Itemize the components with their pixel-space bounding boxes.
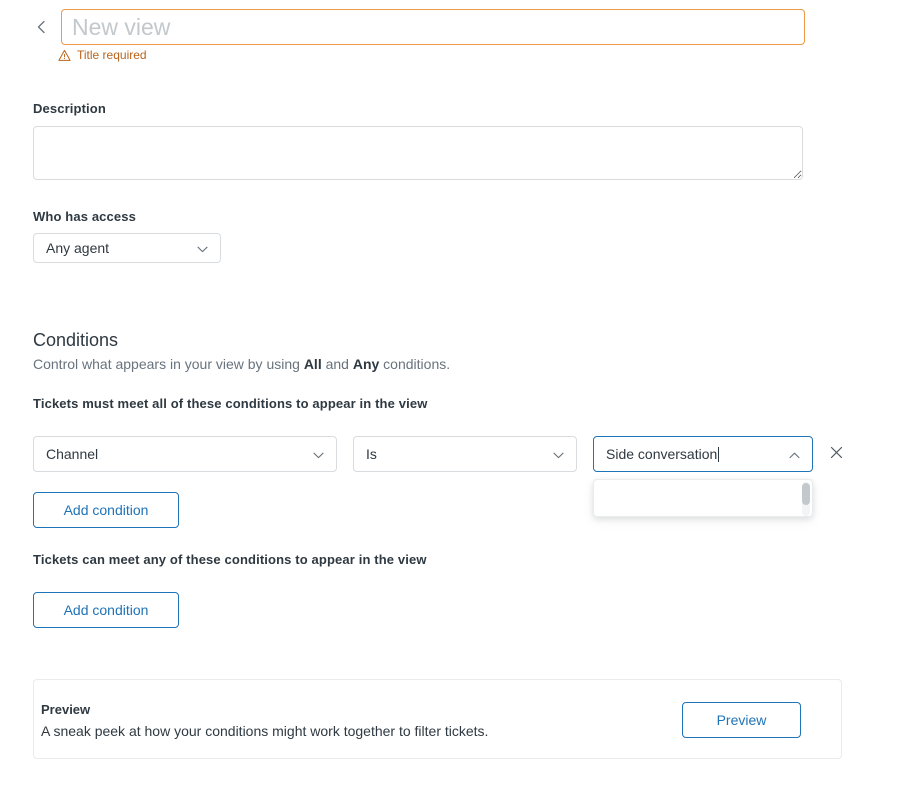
title-error-text: Title required <box>77 48 147 62</box>
warning-triangle-icon <box>58 49 71 62</box>
conditions-subtitle-mid: and <box>321 356 353 372</box>
view-title-header <box>0 8 902 46</box>
close-icon <box>830 446 843 462</box>
condition-value-dropdown-menu[interactable] <box>593 479 813 517</box>
chevron-down-icon <box>553 446 564 462</box>
chevron-down-icon <box>197 240 208 256</box>
remove-condition-button[interactable] <box>824 442 848 466</box>
view-title-input[interactable] <box>61 9 805 45</box>
conditions-subtitle-post: conditions. <box>379 356 451 372</box>
condition-field-value: Channel <box>46 446 99 462</box>
condition-value-select[interactable]: Side conversation <box>593 436 813 472</box>
conditions-heading: Conditions <box>33 330 119 350</box>
chevron-up-icon <box>789 446 800 462</box>
text-cursor <box>718 447 720 462</box>
condition-operator-value: Is <box>366 446 377 462</box>
access-label: Who has access <box>33 209 136 224</box>
any-conditions-heading: Tickets can meet any of these conditions… <box>33 552 427 567</box>
access-select[interactable]: Any agent <box>33 233 221 263</box>
condition-operator-select[interactable]: Is <box>353 436 577 472</box>
conditions-subtitle-all: All <box>303 356 322 372</box>
dropdown-scrollbar-thumb[interactable] <box>802 483 810 505</box>
conditions-subtitle: Control what appears in your view by usi… <box>33 356 450 372</box>
conditions-subtitle-any: Any <box>352 356 380 372</box>
chevron-down-icon <box>313 446 324 462</box>
add-condition-all-button[interactable]: Add condition <box>33 492 179 528</box>
add-condition-any-button[interactable]: Add condition <box>33 592 179 628</box>
back-button[interactable] <box>28 13 56 41</box>
all-conditions-heading: Tickets must meet all of these condition… <box>33 396 428 411</box>
condition-row: Channel Is Side conversation <box>33 436 853 472</box>
description-label: Description <box>33 101 106 116</box>
condition-value-text: Side conversation <box>606 446 718 462</box>
chevron-left-icon <box>35 20 49 34</box>
access-select-value: Any agent <box>46 240 110 256</box>
conditions-subtitle-pre: Control what appears in your view by usi… <box>33 356 304 372</box>
preview-button[interactable]: Preview <box>682 702 801 738</box>
preview-card-description: A sneak peek at how your conditions migh… <box>41 723 489 739</box>
condition-field-select[interactable]: Channel <box>33 436 337 472</box>
preview-card-title: Preview <box>41 702 91 717</box>
title-error-message: Title required <box>58 48 147 62</box>
description-textarea[interactable] <box>33 126 803 180</box>
